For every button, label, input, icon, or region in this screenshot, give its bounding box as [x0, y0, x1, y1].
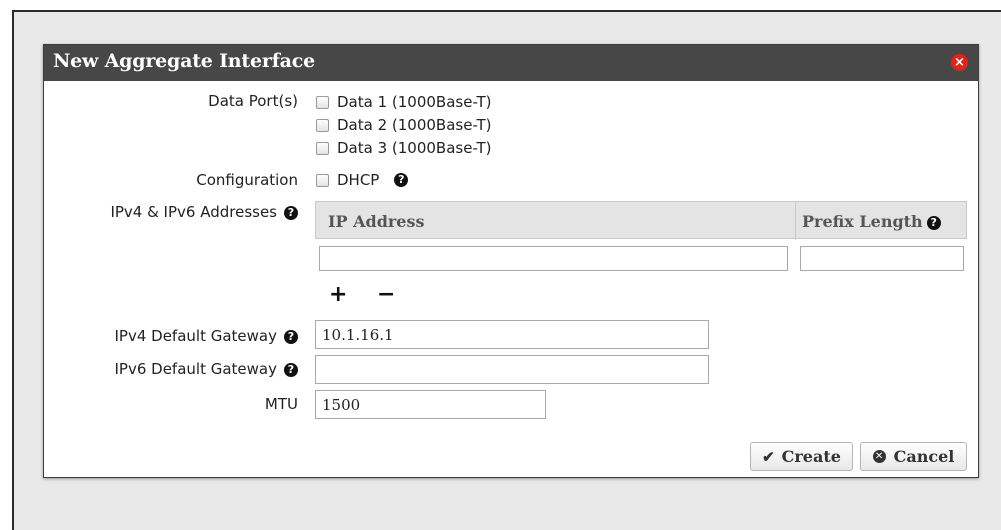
- ip-address-column-header: IP Address: [328, 212, 425, 231]
- ip-table-header: IP Address Prefix Length?: [315, 201, 967, 240]
- mtu-label: MTU: [264, 395, 298, 413]
- dhcp-label: DHCP: [337, 171, 380, 189]
- prefix-length-input[interactable]: [800, 246, 964, 271]
- dialog-titlebar: New Aggregate Interface ×: [44, 45, 978, 81]
- dialog-title: New Aggregate Interface: [53, 50, 316, 72]
- cancel-button-label: Cancel: [893, 447, 955, 466]
- dhcp-checkbox[interactable]: [316, 173, 329, 187]
- ipv6-gateway-label: IPv6 Default Gateway?: [114, 360, 298, 378]
- data-port-2-label: Data 2 (1000Base-T): [337, 116, 492, 134]
- ip-addresses-label: IPv4 & IPv6 Addresses?: [110, 203, 298, 221]
- data-port-3-label: Data 3 (1000Base-T): [337, 139, 492, 157]
- data-port-2-option[interactable]: Data 2 (1000Base-T): [316, 116, 492, 134]
- data-port-3-option[interactable]: Data 3 (1000Base-T): [316, 139, 492, 157]
- dhcp-help-icon[interactable]: ?: [394, 173, 409, 187]
- column-divider: [795, 202, 796, 240]
- ipv4-gateway-label: IPv4 Default Gateway?: [114, 327, 298, 345]
- ipv4-gateway-input[interactable]: [315, 320, 709, 349]
- check-icon: ✔: [762, 447, 775, 466]
- ipv6-gateway-help-icon[interactable]: ?: [284, 363, 298, 377]
- ip-addresses-help-icon[interactable]: ?: [284, 206, 298, 220]
- ip-addresses-label-text: IPv4 & IPv6 Addresses: [110, 203, 277, 221]
- ipv4-gateway-help-icon[interactable]: ?: [284, 330, 298, 344]
- ipv6-gateway-input[interactable]: [315, 355, 709, 384]
- data-ports-label: Data Port(s): [208, 92, 298, 110]
- dhcp-option[interactable]: DHCP ?: [316, 171, 409, 189]
- configuration-label: Configuration: [196, 171, 298, 189]
- prefix-length-help-icon[interactable]: ?: [926, 216, 941, 230]
- cancel-icon: ✕: [872, 450, 886, 463]
- data-port-1-label: Data 1 (1000Base-T): [337, 93, 492, 111]
- ipv4-gateway-label-text: IPv4 Default Gateway: [114, 327, 278, 345]
- ip-address-table: IP Address Prefix Length?: [315, 201, 967, 271]
- create-button-label: Create: [781, 447, 841, 466]
- ip-address-input[interactable]: [319, 246, 788, 271]
- data-port-2-checkbox[interactable]: [316, 118, 329, 132]
- mtu-input[interactable]: [315, 390, 546, 419]
- add-address-icon[interactable]: +: [329, 284, 347, 306]
- data-port-1-option[interactable]: Data 1 (1000Base-T): [316, 93, 492, 111]
- cancel-button[interactable]: ✕ Cancel: [860, 442, 967, 471]
- prefix-length-column-header: Prefix Length?: [802, 212, 941, 231]
- prefix-length-column-label: Prefix Length: [802, 212, 923, 231]
- create-button[interactable]: ✔ Create: [750, 442, 853, 471]
- data-port-3-checkbox[interactable]: [316, 141, 329, 155]
- ipv6-gateway-label-text: IPv6 Default Gateway: [114, 360, 278, 378]
- remove-address-icon[interactable]: −: [377, 284, 395, 306]
- close-icon[interactable]: ×: [951, 54, 968, 71]
- data-port-1-checkbox[interactable]: [316, 95, 329, 109]
- new-aggregate-interface-dialog: New Aggregate Interface × Data Port(s) D…: [43, 44, 979, 478]
